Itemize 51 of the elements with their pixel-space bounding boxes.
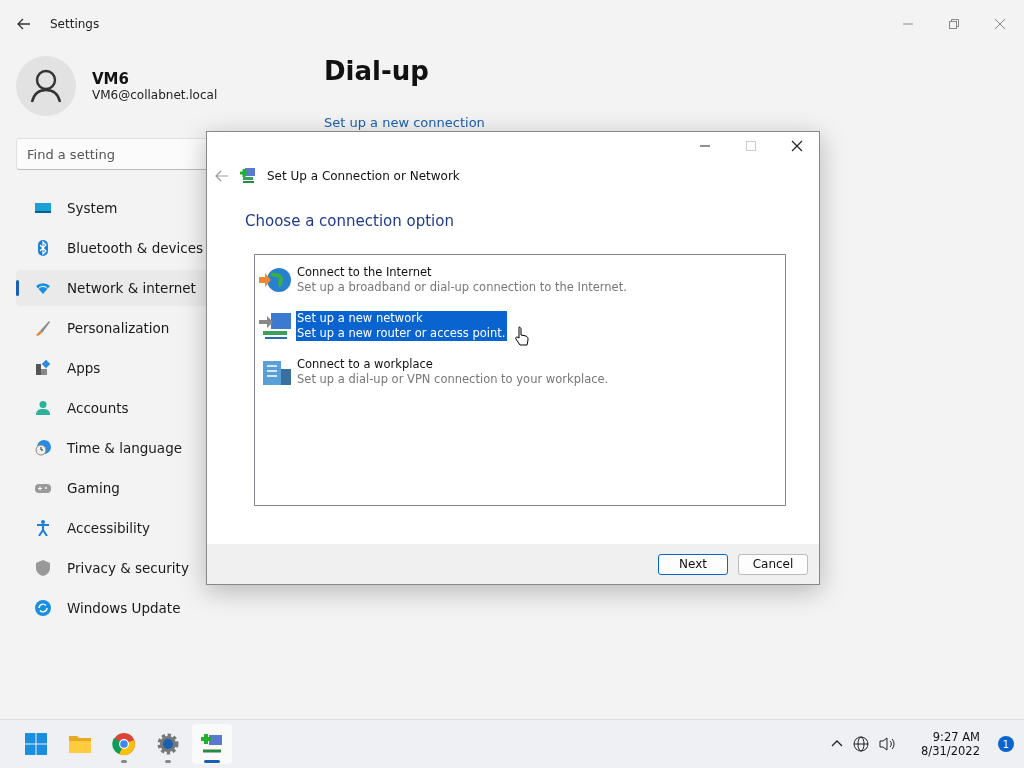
network-setup-icon <box>239 167 257 185</box>
sidebar-item[interactable]: Bluetooth & devices <box>16 230 296 266</box>
next-button[interactable]: Next <box>658 553 728 575</box>
sidebar-item[interactable]: Gaming <box>16 470 296 506</box>
option-description: Set up a dial-up or VPN connection to your workplace. <box>297 372 609 387</box>
person-icon <box>35 400 51 416</box>
update-icon <box>35 600 51 616</box>
browser-icon <box>112 732 136 756</box>
dialog-heading: Choose a connection option <box>245 212 455 230</box>
clock-globe-icon <box>35 440 51 456</box>
page-title: Dial-up <box>324 56 430 86</box>
taskbar-app[interactable] <box>192 724 232 764</box>
sidebar-item[interactable]: Time & language <box>16 430 296 466</box>
sidebar-item[interactable]: Accessibility <box>16 510 296 546</box>
option-title: Connect to the Internet <box>297 265 433 280</box>
maximize-icon <box>745 140 757 152</box>
gear-icon <box>156 732 180 756</box>
dialog-title: Set Up a Connection or Network <box>267 169 460 183</box>
network-setup-icon <box>200 732 224 756</box>
window-title: Settings <box>50 17 100 31</box>
sidebar-item[interactable]: Privacy & security <box>16 550 296 586</box>
globe-icon <box>259 265 293 295</box>
start-icon <box>24 732 48 756</box>
avatar-icon <box>16 56 76 116</box>
option-title: Set up a new network <box>297 311 424 326</box>
option-title: Connect to a workplace <box>297 357 434 372</box>
back-arrow-icon[interactable] <box>16 16 32 32</box>
clock-date[interactable]: 8/31/2022 <box>921 744 980 758</box>
paintbrush-icon <box>35 320 51 336</box>
globe-icon[interactable] <box>853 736 870 752</box>
hand-pointer-icon <box>515 326 529 346</box>
cancel-button[interactable]: Cancel <box>738 553 808 575</box>
user-email: VM6@collabnet.local <box>92 88 218 102</box>
shield-icon <box>35 560 51 576</box>
sidebar-item[interactable]: Accounts <box>16 390 296 426</box>
bluetooth-icon <box>35 240 51 256</box>
new-connection-link[interactable]: Set up a new connection <box>324 115 485 130</box>
clock-time[interactable]: 9:27 AM <box>932 730 980 744</box>
notification-badge[interactable]: 1 <box>998 736 1014 752</box>
accessibility-icon <box>35 520 51 536</box>
user-name: VM6 <box>92 70 130 88</box>
speaker-icon[interactable] <box>879 736 898 752</box>
sidebar-item[interactable]: Windows Update <box>16 590 296 626</box>
restore-icon[interactable] <box>948 18 960 30</box>
system-icon <box>35 200 51 216</box>
option-description: Set up a new router or access point. <box>297 326 506 341</box>
apps-icon <box>35 360 51 376</box>
wifi-icon <box>35 280 51 296</box>
close-icon[interactable] <box>791 140 803 152</box>
option-description: Set up a broadband or dial-up connection to the Internet. <box>297 280 627 295</box>
network-computer-icon <box>259 311 293 341</box>
